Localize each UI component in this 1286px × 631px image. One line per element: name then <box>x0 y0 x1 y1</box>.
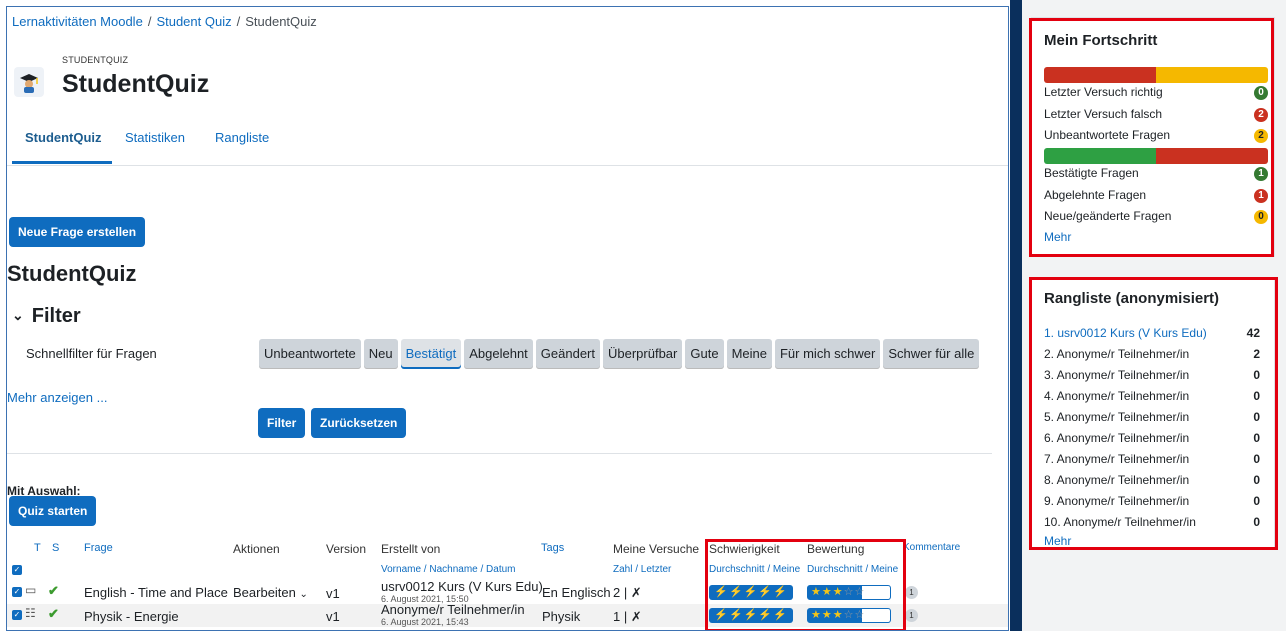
approved-check-icon: ✔ <box>48 583 59 598</box>
question-version: v1 <box>326 609 340 624</box>
tab-bar: StudentQuiz Statistiken Rangliste <box>7 115 1008 166</box>
comments-count-badge[interactable]: 1 <box>905 586 918 599</box>
studentquiz-activity-icon <box>14 67 44 97</box>
edit-dropdown[interactable]: Bearbeiten ⌄ <box>233 585 308 600</box>
main-content: Lernaktivitäten Moodle / Student Quiz / Stud… <box>6 6 1009 631</box>
quickfilter-neu[interactable]: Neu <box>363 339 398 369</box>
col-header-type[interactable]: T <box>34 542 41 554</box>
reset-button[interactable]: Zurücksetzen <box>311 408 407 438</box>
page: Lernaktivitäten Moodle / Student Quiz / Stud… <box>0 0 1286 631</box>
question-name: English - Time and Place <box>84 585 228 600</box>
attempts-value: 2 | ✗ <box>613 585 642 600</box>
question-name: Physik - Energie <box>84 609 179 624</box>
breadcrumb-separator: / <box>236 14 241 29</box>
col-header-comments[interactable]: Kommentare <box>903 542 960 553</box>
quickfilter-ueberpruefbar[interactable]: Überprüfbar <box>603 339 683 369</box>
filter-button[interactable]: Filter <box>258 408 306 438</box>
edit-label: Bearbeiten <box>233 585 296 600</box>
filter-title: Filter <box>31 305 81 327</box>
quickfilter-bestaetigt[interactable]: Bestätigt <box>400 339 462 369</box>
short-answer-type-icon: ▭ <box>25 583 37 597</box>
page-title: StudentQuiz <box>62 70 210 98</box>
page-overline: STUDENTQUIZ <box>62 55 129 65</box>
chevron-down-icon: ⌄ <box>12 307 24 323</box>
col-header-question[interactable]: Frage <box>84 542 113 554</box>
chevron-down-icon: ⌄ <box>299 589 308 600</box>
quickfilter-geaendert[interactable]: Geändert <box>535 339 600 369</box>
highlight-box-progress <box>1029 18 1274 257</box>
quickfilter-schwer-fuer-alle[interactable]: Schwer für alle <box>883 339 980 369</box>
sort-attempts[interactable]: Zahl / Letzter <box>613 564 671 575</box>
created-date: 6. August 2021, 15:43 <box>381 617 469 627</box>
col-header-tags[interactable]: Tags <box>541 542 564 554</box>
active-tab-indicator <box>12 161 112 164</box>
attempts-value: 1 | ✗ <box>613 609 642 624</box>
divider <box>7 453 992 454</box>
author-link[interactable]: usrv0012 Kurs (V Kurs Edu) <box>381 579 543 594</box>
col-header-attempts: Meine Versuche <box>613 542 700 556</box>
section-title: StudentQuiz <box>7 261 137 286</box>
breadcrumb-item-studentquiz[interactable]: Student Quiz <box>156 14 231 29</box>
tab-studentquiz[interactable]: StudentQuiz <box>25 130 102 145</box>
start-quiz-button[interactable]: Quiz starten <box>9 496 97 526</box>
approved-check-icon: ✔ <box>48 606 59 621</box>
breadcrumb-item-course[interactable]: Lernaktivitäten Moodle <box>12 14 143 29</box>
quickfilter-group: Unbeantwortete Neu Bestätigt Abgelehnt G… <box>259 339 980 369</box>
sidebar-divider <box>1010 0 1022 631</box>
col-header-created-by: Erstellt von <box>381 542 441 556</box>
row-checkbox[interactable]: ✓ <box>12 610 22 620</box>
quickfilter-unbeantwortete[interactable]: Unbeantwortete <box>259 339 361 369</box>
quickfilter-label: Schnellfilter für Fragen <box>26 346 157 361</box>
col-header-actions: Aktionen <box>233 542 280 556</box>
breadcrumb-separator: / <box>147 14 152 29</box>
quickfilter-abgelehnt[interactable]: Abgelehnt <box>464 339 533 369</box>
quickfilter-meine[interactable]: Meine <box>726 339 772 369</box>
quickfilter-gute[interactable]: Gute <box>685 339 724 369</box>
highlight-box-ranking <box>1029 277 1278 550</box>
question-version: v1 <box>326 586 340 601</box>
filter-heading[interactable]: ⌄ Filter <box>12 305 81 328</box>
col-header-version: Version <box>326 542 367 556</box>
author-name: Anonyme/r Teilnehmer/in <box>381 602 525 617</box>
question-tags: Physik <box>542 609 581 624</box>
comments-count-badge[interactable]: 1 <box>905 609 918 622</box>
col-header-state[interactable]: S <box>52 542 59 554</box>
new-question-button[interactable]: Neue Frage erstellen <box>9 217 146 247</box>
question-tags: En Englisch <box>542 585 611 600</box>
select-all-checkbox[interactable]: ✓ <box>12 565 22 575</box>
row-checkbox[interactable]: ✓ <box>12 587 22 597</box>
multichoice-type-icon: ☷ <box>25 606 36 620</box>
show-more-link[interactable]: Mehr anzeigen ... <box>7 390 107 405</box>
breadcrumb: Lernaktivitäten Moodle / Student Quiz / Stud… <box>12 14 317 29</box>
tab-statistiken[interactable]: Statistiken <box>125 130 185 145</box>
highlight-box-difficulty-rating <box>705 539 906 630</box>
breadcrumb-current: StudentQuiz <box>245 14 317 29</box>
quickfilter-fuer-mich-schwer[interactable]: Für mich schwer <box>774 339 881 369</box>
sort-created-by[interactable]: Vorname / Nachname / Datum <box>381 564 516 575</box>
tab-rangliste[interactable]: Rangliste <box>215 130 269 145</box>
